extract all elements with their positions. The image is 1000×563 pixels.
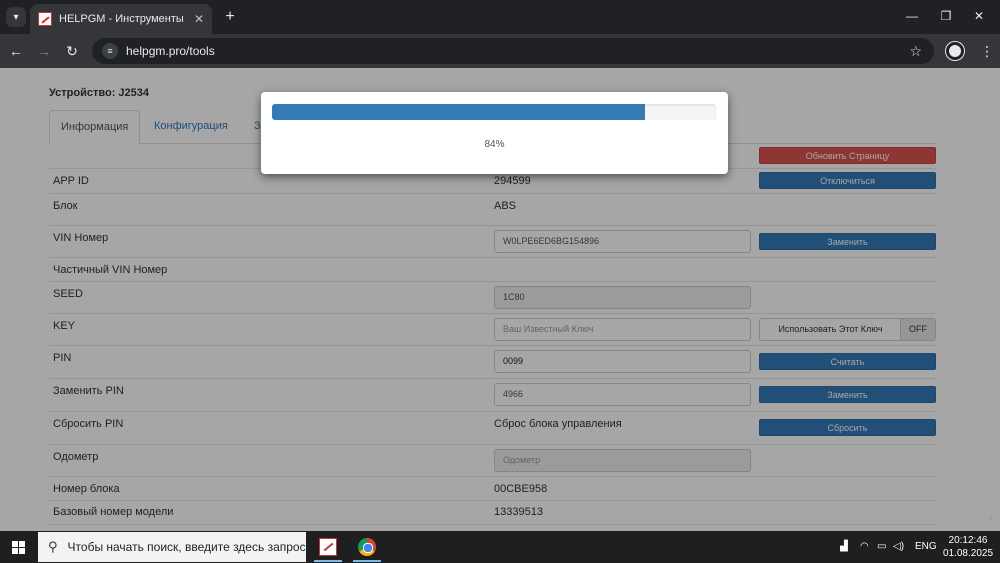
taskbar-helpgm-app[interactable] xyxy=(310,532,346,562)
windows-start-icon[interactable] xyxy=(12,541,25,554)
forward-icon[interactable]: → xyxy=(34,41,54,61)
helpgm-app-icon xyxy=(319,538,337,556)
tab-search-icon[interactable]: ▾ xyxy=(6,7,26,27)
menu-dots-icon[interactable]: ⋮ xyxy=(980,42,994,60)
helpgm-favicon-icon xyxy=(38,12,52,26)
close-window-icon[interactable]: ✕ xyxy=(964,6,994,26)
language-indicator[interactable]: ENG xyxy=(915,531,937,563)
reload-icon[interactable]: ↻ xyxy=(62,41,82,61)
progress-percent: 84% xyxy=(484,139,505,150)
progress-track xyxy=(272,104,716,120)
restore-icon[interactable]: ❐ xyxy=(931,6,961,26)
taskbar-clock[interactable]: 20:12:46 01.08.2025 xyxy=(938,534,998,560)
taskbar-search-box[interactable]: ⚲ Чтобы начать поиск, введите здесь запр… xyxy=(38,532,306,562)
taskbar: ⚲ Чтобы начать поиск, введите здесь запр… xyxy=(0,531,1000,563)
tab-title: HELPGM - Инструменты xyxy=(59,13,184,25)
browser-toolbar: ← → ↻ ≡ helpgm.pro/tools ☆ ⋮ xyxy=(0,34,1000,68)
browser-tab-active[interactable]: HELPGM - Инструменты ✕ xyxy=(30,4,212,34)
address-bar[interactable]: ≡ helpgm.pro/tools ☆ xyxy=(92,38,934,64)
new-tab-icon[interactable]: + xyxy=(220,7,240,27)
progress-bar xyxy=(272,104,645,120)
bookmark-star-icon[interactable]: ☆ xyxy=(909,43,922,60)
minimize-icon[interactable]: — xyxy=(897,6,927,26)
clock-time: 20:12:46 xyxy=(948,535,988,546)
network-chart-icon[interactable]: ▟ xyxy=(840,531,848,563)
browser-tab-strip: ▾ HELPGM - Инструменты ✕ + — ❐ ✕ xyxy=(0,0,1000,34)
site-info-icon[interactable]: ≡ xyxy=(102,43,118,59)
search-icon: ⚲ xyxy=(48,539,58,554)
taskbar-search-placeholder: Чтобы начать поиск, введите здесь запрос xyxy=(67,540,306,554)
scroll-down-arrow-icon[interactable]: ▲ xyxy=(988,514,996,522)
taskbar-chrome-app[interactable] xyxy=(349,532,385,562)
page-content: Устройство: J2534 Информация Конфигураци… xyxy=(0,68,1000,531)
wifi-icon[interactable]: ◠ xyxy=(860,531,869,563)
profile-avatar-icon[interactable] xyxy=(946,42,964,60)
progress-modal: 84% xyxy=(261,92,728,174)
clock-date: 01.08.2025 xyxy=(942,548,994,559)
chrome-icon xyxy=(358,538,376,556)
battery-icon[interactable]: ▭ xyxy=(877,531,886,563)
volume-icon[interactable]: ◁) xyxy=(893,531,904,563)
tab-close-icon[interactable]: ✕ xyxy=(194,12,204,26)
url-text: helpgm.pro/tools xyxy=(126,44,215,58)
back-icon[interactable]: ← xyxy=(6,41,26,61)
